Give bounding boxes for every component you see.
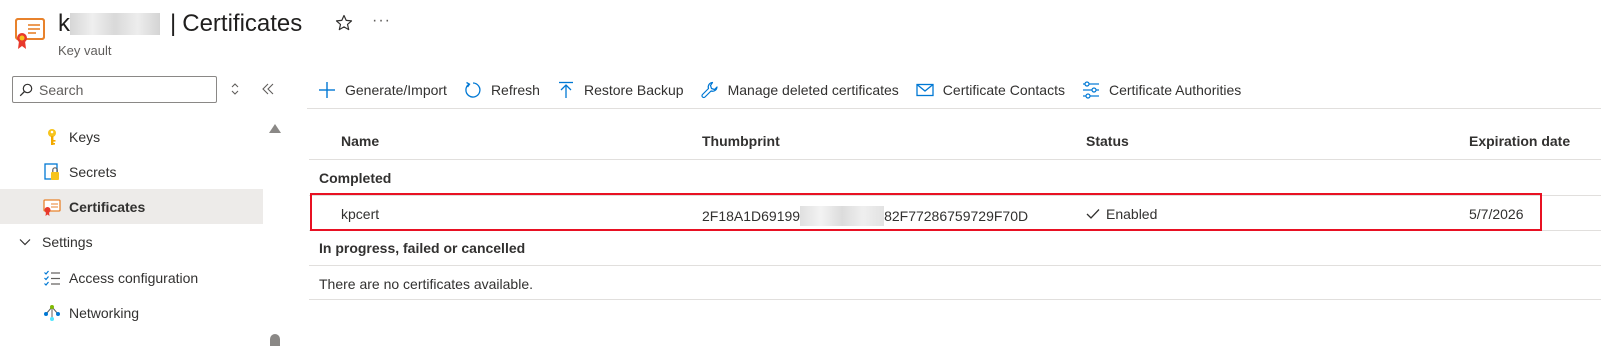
mail-icon bbox=[916, 83, 934, 97]
page-header: k | Certificates ··· Key vault bbox=[0, 0, 1601, 66]
certificate-icon bbox=[42, 197, 62, 217]
page-title-text: Certificates bbox=[182, 10, 303, 37]
sidebar-scrollbar-thumb[interactable] bbox=[270, 334, 280, 346]
sidebar-item-certificates[interactable]: Certificates bbox=[0, 189, 263, 224]
generate-import-button[interactable]: Generate/Import bbox=[318, 75, 447, 105]
title-separator: | bbox=[170, 10, 177, 37]
thumbprint-cell: 2F18A1D69199 82F77286759729F70D bbox=[702, 206, 1028, 226]
sidebar-search-input[interactable] bbox=[39, 81, 209, 98]
search-icon bbox=[19, 83, 33, 96]
cert-name-cell[interactable]: kpcert bbox=[341, 206, 379, 222]
wrench-icon bbox=[701, 81, 718, 99]
networking-icon bbox=[42, 303, 62, 323]
certificate-authorities-button[interactable]: Certificate Authorities bbox=[1082, 75, 1241, 105]
upload-arrow-icon bbox=[558, 81, 573, 98]
certificate-authorities-label: Certificate Authorities bbox=[1108, 82, 1242, 98]
grid-header: Name Thumbprint Status Expiration date bbox=[309, 122, 1601, 160]
page-subtitle: Key vault bbox=[58, 43, 112, 58]
access-config-icon bbox=[42, 268, 62, 288]
restore-backup-label: Restore Backup bbox=[583, 82, 684, 98]
column-header-name[interactable]: Name bbox=[341, 133, 379, 149]
empty-message-row: There are no certificates available. bbox=[309, 266, 1601, 300]
more-options-icon[interactable]: ··· bbox=[372, 12, 391, 30]
sidebar-item-secrets[interactable]: Secrets bbox=[0, 154, 263, 189]
secret-icon bbox=[42, 162, 62, 182]
certificate-contacts-button[interactable]: Certificate Contacts bbox=[916, 75, 1065, 105]
refresh-icon bbox=[465, 81, 481, 98]
toolbar-divider bbox=[307, 108, 1601, 109]
certificate-contacts-label: Certificate Contacts bbox=[942, 82, 1065, 98]
command-bar: Generate/Import Refresh Restore Backup M… bbox=[307, 72, 1601, 108]
refresh-button[interactable]: Refresh bbox=[464, 75, 540, 105]
refresh-label: Refresh bbox=[490, 82, 540, 98]
status-cell: Enabled bbox=[1086, 206, 1157, 222]
expand-collapse-icon[interactable] bbox=[229, 82, 241, 96]
sidebar-item-keys[interactable]: Keys bbox=[0, 119, 263, 154]
group-header-completed[interactable]: Completed bbox=[309, 161, 1601, 196]
group-label: In progress, failed or cancelled bbox=[319, 240, 526, 256]
chevron-down-icon bbox=[19, 238, 31, 245]
group-header-in-progress[interactable]: In progress, failed or cancelled bbox=[309, 231, 1601, 266]
column-header-thumbprint[interactable]: Thumbprint bbox=[702, 133, 780, 149]
key-icon bbox=[42, 127, 62, 147]
generate-import-label: Generate/Import bbox=[345, 82, 447, 98]
table-row[interactable]: kpcert 2F18A1D69199 82F77286759729F70D En… bbox=[309, 196, 1601, 231]
checkmark-icon bbox=[1086, 209, 1100, 219]
redacted-vault-name bbox=[70, 13, 160, 35]
group-label: Completed bbox=[319, 170, 392, 186]
sidebar-group-label: Settings bbox=[42, 233, 93, 250]
sidebar-item-networking[interactable]: Networking bbox=[0, 295, 263, 330]
thumbprint-end: 82F77286759729F70D bbox=[884, 208, 1029, 224]
favorite-star-icon[interactable] bbox=[335, 14, 353, 32]
manage-deleted-certificates-button[interactable]: Manage deleted certificates bbox=[701, 75, 899, 105]
collapse-sidebar-icon[interactable] bbox=[260, 82, 276, 96]
empty-message: There are no certificates available. bbox=[319, 276, 533, 292]
status-text: Enabled bbox=[1106, 206, 1158, 222]
settings-sliders-icon bbox=[1082, 81, 1099, 99]
sidebar-item-label: Keys bbox=[69, 128, 101, 145]
vault-name: k bbox=[58, 10, 70, 37]
plus-icon bbox=[319, 82, 335, 98]
sidebar-item-label: Networking bbox=[69, 304, 140, 321]
thumbprint-start: 2F18A1D69199 bbox=[702, 208, 801, 224]
expiration-cell: 5/7/2026 bbox=[1469, 206, 1524, 222]
scroll-up-arrow-icon[interactable] bbox=[268, 122, 282, 134]
restore-backup-button[interactable]: Restore Backup bbox=[557, 75, 684, 105]
sidebar-item-access-configuration[interactable]: Access configuration bbox=[0, 260, 263, 295]
sidebar-item-label: Secrets bbox=[69, 163, 117, 180]
sidebar: Keys Secrets Certificates Setting bbox=[0, 66, 285, 346]
sidebar-search-box[interactable] bbox=[12, 76, 217, 103]
sidebar-item-label: Access configuration bbox=[69, 269, 199, 286]
sidebar-item-label: Certificates bbox=[69, 198, 146, 215]
column-header-status[interactable]: Status bbox=[1086, 133, 1129, 149]
sidebar-group-settings[interactable]: Settings bbox=[0, 224, 263, 259]
key-vault-icon bbox=[15, 18, 45, 49]
redacted-thumbprint bbox=[800, 206, 885, 226]
column-header-expiration[interactable]: Expiration date bbox=[1469, 133, 1570, 149]
page-title: k | Certificates bbox=[58, 6, 302, 42]
manage-deleted-label: Manage deleted certificates bbox=[727, 82, 899, 98]
